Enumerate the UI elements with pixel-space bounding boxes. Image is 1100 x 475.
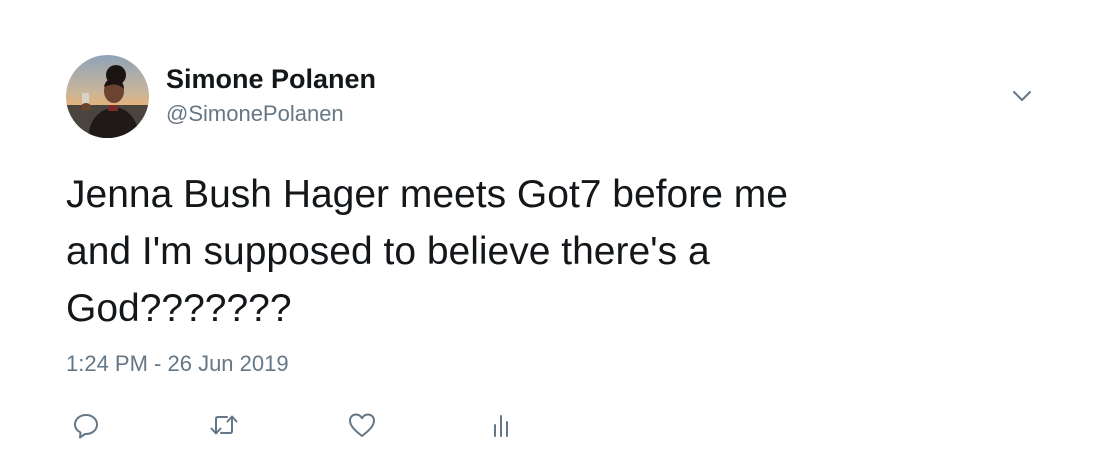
author-handle[interactable]: @SimonePolanen [166,101,344,127]
retweet-icon [210,415,238,435]
heart-icon [349,413,375,437]
tweet-card: Simone Polanen @SimonePolanen Jenna Bush… [0,0,1100,475]
like-button[interactable] [342,405,382,445]
tweet-timestamp[interactable]: 1:24 PM - 26 Jun 2019 [66,351,289,377]
chevron-down-icon [1013,91,1031,101]
tweet-text: Jenna Bush Hager meets Got7 before me an… [66,173,788,330]
reply-button[interactable] [66,405,106,445]
author-display-name[interactable]: Simone Polanen [166,63,376,95]
avatar[interactable] [66,55,149,138]
more-options-button[interactable] [1006,82,1038,110]
avatar-photo [66,55,149,138]
retweet-button[interactable] [204,405,244,445]
analytics-button[interactable] [481,405,521,445]
analytics-icon [494,415,508,437]
reply-icon [74,414,98,439]
